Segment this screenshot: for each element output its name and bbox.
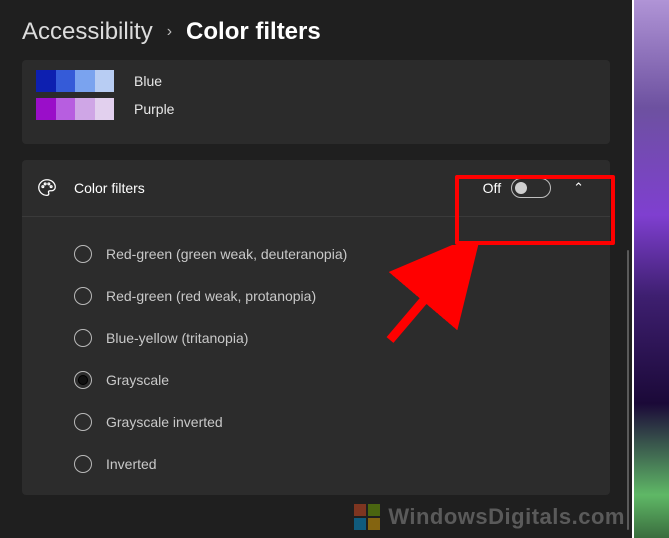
filter-options-list: Red-green (green weak, deuteranopia) Red… <box>22 217 610 495</box>
toggle-knob <box>515 182 527 194</box>
chevron-up-icon[interactable]: ⌃ <box>567 176 590 200</box>
option-label: Red-green (green weak, deuteranopia) <box>106 246 347 262</box>
desktop-wallpaper-sliver <box>632 0 669 538</box>
swatch-label: Purple <box>134 101 174 117</box>
option-label: Red-green (red weak, protanopia) <box>106 288 316 304</box>
color-preview-panel: Blue Purple <box>22 60 610 144</box>
radio-icon <box>74 455 92 473</box>
radio-icon <box>74 287 92 305</box>
radio-icon <box>74 413 92 431</box>
option-label: Grayscale <box>106 372 169 388</box>
option-label: Blue-yellow (tritanopia) <box>106 330 248 346</box>
breadcrumb-parent[interactable]: Accessibility <box>22 18 153 46</box>
color-filters-toggle-group: Off <box>483 178 551 198</box>
settings-page: Accessibility › Color filters Blue Purpl… <box>0 0 632 538</box>
swatch-row-blue: Blue <box>36 70 596 92</box>
radio-icon <box>74 245 92 263</box>
option-label: Inverted <box>106 456 157 472</box>
option-inverted[interactable]: Inverted <box>74 443 600 485</box>
windows-logo-icon <box>354 504 380 530</box>
swatch-purple <box>36 98 114 120</box>
color-filters-section: Color filters Off ⌃ Red-green (green wea… <box>22 160 610 495</box>
scrollbar[interactable] <box>627 250 629 530</box>
watermark-text: Windows <box>388 504 488 529</box>
palette-icon <box>36 177 58 199</box>
color-filters-toggle[interactable] <box>511 178 551 198</box>
watermark-text: Digitals <box>488 504 571 529</box>
option-tritanopia[interactable]: Blue-yellow (tritanopia) <box>74 317 600 359</box>
option-grayscale[interactable]: Grayscale <box>74 359 600 401</box>
option-grayscale-inverted[interactable]: Grayscale inverted <box>74 401 600 443</box>
watermark: WindowsDigitals.com <box>354 504 625 530</box>
chevron-right-icon: › <box>167 23 172 41</box>
watermark-text: .com <box>572 504 625 529</box>
swatch-blue <box>36 70 114 92</box>
breadcrumb: Accessibility › Color filters <box>0 18 632 60</box>
option-label: Grayscale inverted <box>106 414 223 430</box>
swatch-row-purple: Purple <box>36 98 596 120</box>
swatch-label: Blue <box>134 73 162 89</box>
page-title: Color filters <box>186 18 321 46</box>
radio-icon <box>74 371 92 389</box>
section-title: Color filters <box>74 180 467 196</box>
section-header[interactable]: Color filters Off ⌃ <box>22 160 610 217</box>
radio-icon <box>74 329 92 347</box>
toggle-state-label: Off <box>483 180 501 196</box>
option-deuteranopia[interactable]: Red-green (green weak, deuteranopia) <box>74 233 600 275</box>
option-protanopia[interactable]: Red-green (red weak, protanopia) <box>74 275 600 317</box>
